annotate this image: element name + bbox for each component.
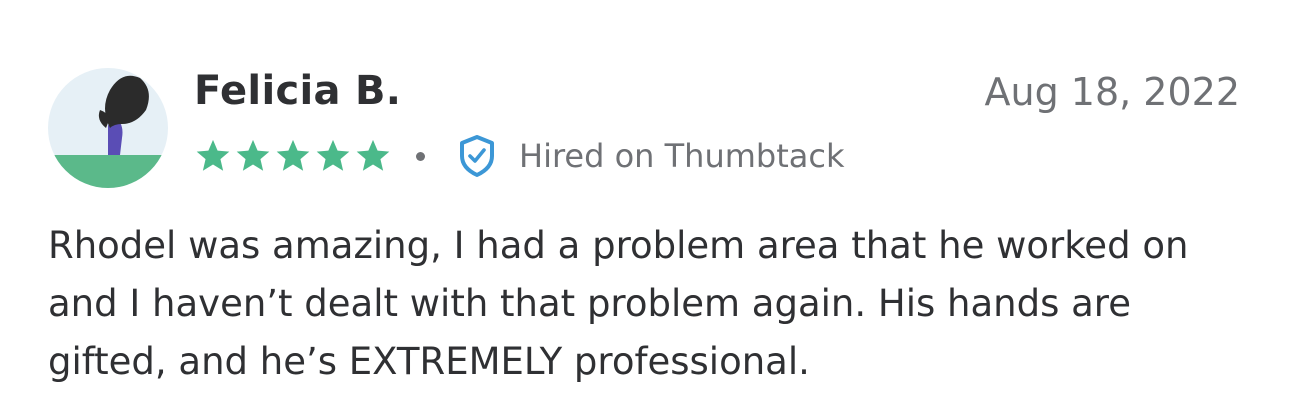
- hired-badge-label: Hired on Thumbtack: [519, 137, 845, 175]
- review-meta: Hired on Thumbtack: [194, 132, 844, 180]
- review-text: Rhodel was amazing, I had a problem area…: [48, 224, 1189, 383]
- star-icon: [276, 139, 310, 171]
- shield-check-icon: [460, 135, 494, 177]
- star-rating: [194, 137, 394, 175]
- star-icon: [236, 139, 270, 171]
- star-icon: [356, 139, 390, 171]
- reviewer-name: Felicia B.: [194, 68, 402, 114]
- avatar: [48, 68, 168, 188]
- review-card: Felicia B. Aug 18, 2022 Hired on Thumbta…: [0, 0, 1290, 409]
- avatar-illustration: [48, 68, 168, 188]
- star-icon: [316, 139, 350, 171]
- separator-dot: [416, 151, 425, 161]
- star-icon: [196, 139, 230, 171]
- review-date: Aug 18, 2022: [984, 70, 1241, 114]
